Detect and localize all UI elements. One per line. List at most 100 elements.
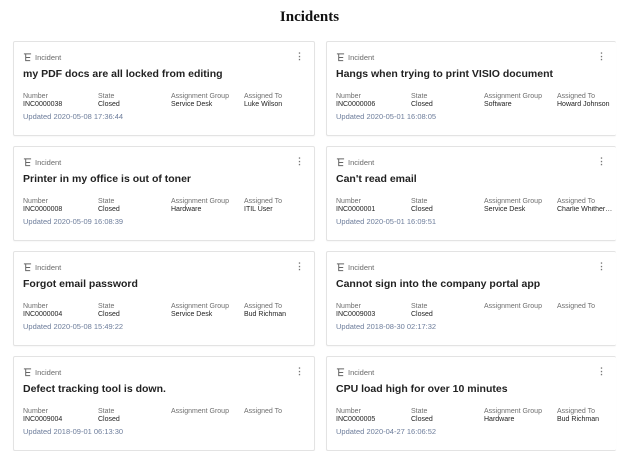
state-field: State Closed xyxy=(98,198,120,213)
state-value: Closed xyxy=(411,310,433,318)
record-type-label: Incident xyxy=(348,367,375,377)
number-value: INC0000004 xyxy=(23,310,63,318)
assigned-to-field: Assigned To Luke Wilson xyxy=(244,93,283,108)
assigned-to-field: Assigned To xyxy=(557,303,596,310)
record-type-label: Incident xyxy=(348,262,375,272)
record-type-label: Incident xyxy=(35,262,62,272)
state-value: Closed xyxy=(98,100,120,108)
incident-short-description[interactable]: Forgot email password xyxy=(23,278,305,290)
more-actions-icon[interactable]: ⋮ xyxy=(597,156,606,167)
assigned-to-field: Assigned To Howard Johnson xyxy=(557,93,610,108)
updated-timestamp: Updated 2020-05-09 16:08:39 xyxy=(23,217,124,226)
record-type-label: Incident xyxy=(35,52,62,62)
assignment-group-field: Assignment Group Service Desk xyxy=(484,198,542,213)
assigned-to-field: Assigned To Bud Richman xyxy=(244,303,287,318)
assignment-group-field: Assignment Group Service Desk xyxy=(171,93,229,108)
number-field: Number INC0000008 xyxy=(23,198,63,213)
state-field: State Closed xyxy=(411,408,433,423)
assigned-to-value: Bud Richman xyxy=(244,310,287,318)
state-value: Closed xyxy=(411,205,433,213)
incident-short-description[interactable]: Printer in my office is out of toner xyxy=(23,173,305,185)
incident-card[interactable]: Incident ⋮ Printer in my office is out o… xyxy=(13,146,315,241)
assigned-to-value: Charlie Whither… xyxy=(557,205,613,213)
state-field: State Closed xyxy=(411,198,433,213)
record-type-label: Incident xyxy=(348,157,375,167)
assigned-to-value: Luke Wilson xyxy=(244,100,283,108)
more-actions-icon[interactable]: ⋮ xyxy=(295,51,304,62)
incident-card[interactable]: Incident ⋮ Cannot sign into the company … xyxy=(326,251,616,346)
incident-card[interactable]: Incident ⋮ Forgot email password Number I… xyxy=(13,251,315,346)
state-field: State Closed xyxy=(411,303,433,318)
incident-short-description[interactable]: Can't read email xyxy=(336,173,607,185)
number-value: INC0000001 xyxy=(336,205,376,213)
updated-timestamp: Updated 2020-05-08 15:49:22 xyxy=(23,322,124,331)
number-value: INC0000008 xyxy=(23,205,63,213)
more-actions-icon[interactable]: ⋮ xyxy=(597,261,606,272)
state-field: State Closed xyxy=(98,408,120,423)
incident-short-description[interactable]: my PDF docs are all locked from editing xyxy=(23,68,305,80)
number-field: Number INC0009003 xyxy=(336,303,376,318)
state-value: Closed xyxy=(98,205,120,213)
incident-card-grid: Incident ⋮ my PDF docs are all locked fr… xyxy=(13,41,616,451)
state-field: State Closed xyxy=(411,93,433,108)
page-title: Incidents xyxy=(279,9,340,25)
assignment-group-value: Service Desk xyxy=(171,310,213,318)
number-value: INC0000006 xyxy=(336,100,376,108)
incident-type-icon xyxy=(23,367,32,376)
assignment-group-field: Assignment Group xyxy=(484,303,542,310)
assignment-group-value: Hardware xyxy=(484,415,515,423)
incident-card[interactable]: Incident ⋮ CPU load high for over 10 min… xyxy=(326,356,616,451)
assignment-group-field: Assignment Group Software xyxy=(484,93,542,108)
assignment-group-field: Assignment Group Service Desk xyxy=(171,303,229,318)
incident-short-description[interactable]: Hangs when trying to print VISIO documen… xyxy=(336,68,607,80)
number-field: Number INC0000005 xyxy=(336,408,376,423)
incident-short-description[interactable]: Cannot sign into the company portal app xyxy=(336,278,607,290)
assignment-group-field: Assignment Group Hardware xyxy=(484,408,542,423)
updated-timestamp: Updated 2020-05-01 16:08:05 xyxy=(336,112,437,121)
assigned-to-field: Assigned To Bud Richman xyxy=(557,408,600,423)
incident-type-icon xyxy=(23,157,32,166)
state-value: Closed xyxy=(411,100,433,108)
number-field: Number INC0000001 xyxy=(336,198,376,213)
number-value: INC0009004 xyxy=(23,415,63,423)
incident-card[interactable]: Incident ⋮ Defect tracking tool is down.… xyxy=(13,356,315,451)
assignment-group-value: Service Desk xyxy=(171,100,213,108)
number-field: Number INC0000038 xyxy=(23,93,63,108)
incident-type-icon xyxy=(336,367,345,376)
updated-timestamp: Updated 2018-09-01 06:13:30 xyxy=(23,427,124,436)
incident-type-icon xyxy=(336,262,345,271)
incident-short-description[interactable]: Defect tracking tool is down. xyxy=(23,383,305,395)
more-actions-icon[interactable]: ⋮ xyxy=(597,366,606,377)
state-value: Closed xyxy=(98,310,120,318)
record-type-label: Incident xyxy=(348,52,375,62)
assigned-to-value: Howard Johnson xyxy=(557,100,610,108)
incident-card[interactable]: Incident ⋮ Can't read email Number INC000… xyxy=(326,146,616,241)
incident-short-description[interactable]: CPU load high for over 10 minutes xyxy=(336,383,607,395)
assignment-group-value: Software xyxy=(484,100,512,108)
incident-type-icon xyxy=(23,262,32,271)
more-actions-icon[interactable]: ⋮ xyxy=(597,51,606,62)
incident-type-icon xyxy=(336,52,345,61)
more-actions-icon[interactable]: ⋮ xyxy=(295,366,304,377)
assignment-group-field: Assignment Group xyxy=(171,408,229,415)
state-field: State Closed xyxy=(98,93,120,108)
assignment-group-value: Hardware xyxy=(171,205,202,213)
assignment-group-value: Service Desk xyxy=(484,205,526,213)
state-field: State Closed xyxy=(98,303,120,318)
number-value: INC0000005 xyxy=(336,415,376,423)
incident-card[interactable]: Incident ⋮ my PDF docs are all locked fr… xyxy=(13,41,315,136)
assigned-to-field: Assigned To Charlie Whither… xyxy=(557,198,613,213)
updated-timestamp: Updated 2018-08-30 02:17:32 xyxy=(336,322,437,331)
more-actions-icon[interactable]: ⋮ xyxy=(295,156,304,167)
assigned-to-field: Assigned To ITIL User xyxy=(244,198,283,213)
incident-type-icon xyxy=(336,157,345,166)
assignment-group-field: Assignment Group Hardware xyxy=(171,198,229,213)
updated-timestamp: Updated 2020-05-01 16:09:51 xyxy=(336,217,437,226)
incident-card[interactable]: Incident ⋮ Hangs when trying to print VI… xyxy=(326,41,616,136)
updated-timestamp: Updated 2020-05-08 17:36:44 xyxy=(23,112,124,121)
assigned-to-value: Bud Richman xyxy=(557,415,600,423)
state-value: Closed xyxy=(411,415,433,423)
number-field: Number INC0000006 xyxy=(336,93,376,108)
number-field: Number INC0009004 xyxy=(23,408,63,423)
more-actions-icon[interactable]: ⋮ xyxy=(295,261,304,272)
